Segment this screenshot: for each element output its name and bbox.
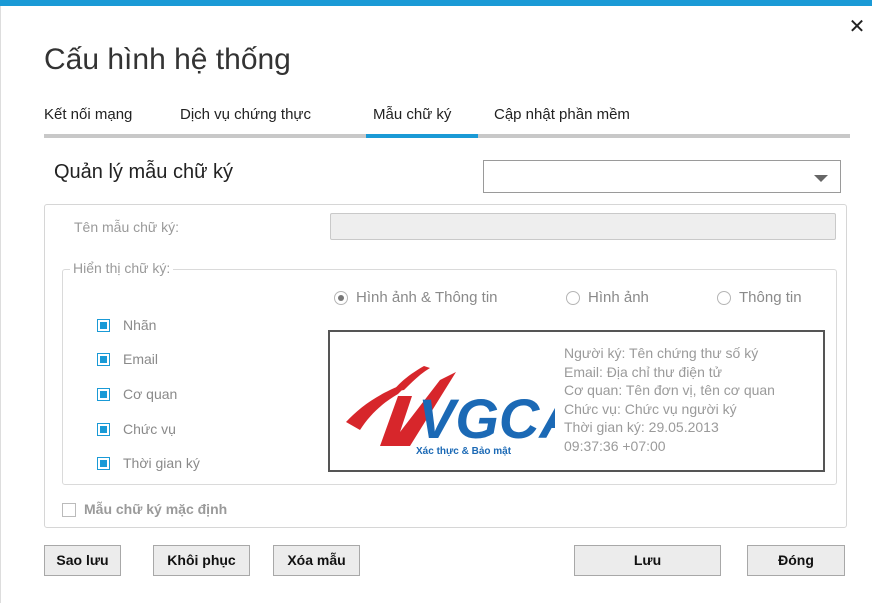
display-legend: Hiển thị chữ ký: (70, 260, 174, 276)
vgca-logo: VGCA Xác thực & Bảo mật (346, 366, 555, 457)
preview-line-email: Email: Địa chỉ thư điện tử (564, 363, 723, 380)
section-title: Quản lý mẫu chữ ký (54, 161, 234, 183)
dialog-title: Cấu hình hệ thống (44, 43, 291, 76)
preview-line-position: Chức vụ: Chức vụ người ký (564, 400, 737, 417)
template-name-label: Tên mẫu chữ ký: (74, 219, 180, 235)
radio-label: Hình ảnh & Thông tin (356, 289, 498, 306)
preview-line-sign-time-cont: 09:37:36 +07:00 (564, 437, 666, 454)
save-button[interactable]: Lưu (574, 545, 721, 576)
tab-certification-service[interactable]: Dịch vụ chứng thực (180, 106, 311, 123)
checkbox-label: Email (123, 351, 159, 367)
default-template-checkbox[interactable] (62, 503, 76, 517)
radio-selected[interactable] (334, 291, 348, 305)
checkbox-checked[interactable] (97, 353, 110, 366)
preview-line-sign-time: Thời gian ký: 29.05.2013 (564, 419, 719, 435)
logo-wordmark: VGCA (418, 387, 555, 450)
tab-bar: Kết nối mạng Dịch vụ chứng thực Mẫu chữ … (44, 106, 850, 138)
radio-label: Hình ảnh (588, 289, 649, 306)
close-button[interactable]: Đóng (747, 545, 845, 576)
tab-software-update[interactable]: Cập nhật phần mềm (494, 106, 630, 123)
template-select[interactable] (483, 160, 841, 193)
backup-button[interactable]: Sao lưu (44, 545, 121, 576)
active-tab-indicator (366, 134, 478, 138)
checkbox-label: Cơ quan (123, 386, 178, 402)
preview-line-signer: Người ký: Tên chứng thư số ký (564, 345, 759, 361)
checkbox-checked[interactable] (97, 423, 110, 436)
tab-signature-template[interactable]: Mẫu chữ ký (373, 106, 451, 123)
checkbox-checked[interactable] (97, 388, 110, 401)
checkbox-checked[interactable] (97, 457, 110, 470)
tab-network[interactable]: Kết nối mạng (44, 106, 132, 123)
preview-info: Người ký: Tên chứng thư số ký Email: Địa… (564, 344, 775, 455)
restore-button[interactable]: Khôi phục (153, 545, 250, 576)
checkbox-label: Chức vụ (123, 421, 176, 437)
checkbox-label: Thời gian ký (123, 455, 200, 471)
radio-unselected[interactable] (566, 291, 580, 305)
template-name-input[interactable] (330, 213, 836, 240)
close-icon[interactable]: ✕ (848, 17, 866, 37)
checkbox-label: Nhãn (123, 317, 157, 333)
preview-line-organization: Cơ quan: Tên đơn vị, tên cơ quan (564, 382, 775, 398)
signature-preview: VGCA Xác thực & Bảo mật Người ký: Tên ch… (328, 330, 825, 472)
checkbox-checked[interactable] (97, 319, 110, 332)
top-text: y (145, 0, 151, 6)
window-top-accent-bar (0, 0, 872, 6)
chevron-down-icon (814, 175, 828, 182)
radio-unselected[interactable] (717, 291, 731, 305)
radio-label: Thông tin (739, 289, 802, 306)
delete-template-button[interactable]: Xóa mẫu (273, 545, 360, 576)
window-edge (0, 6, 1, 603)
logo-tagline: Xác thực & Bảo mật (416, 446, 512, 457)
default-template-label: Mẫu chữ ký mặc định (84, 501, 228, 517)
